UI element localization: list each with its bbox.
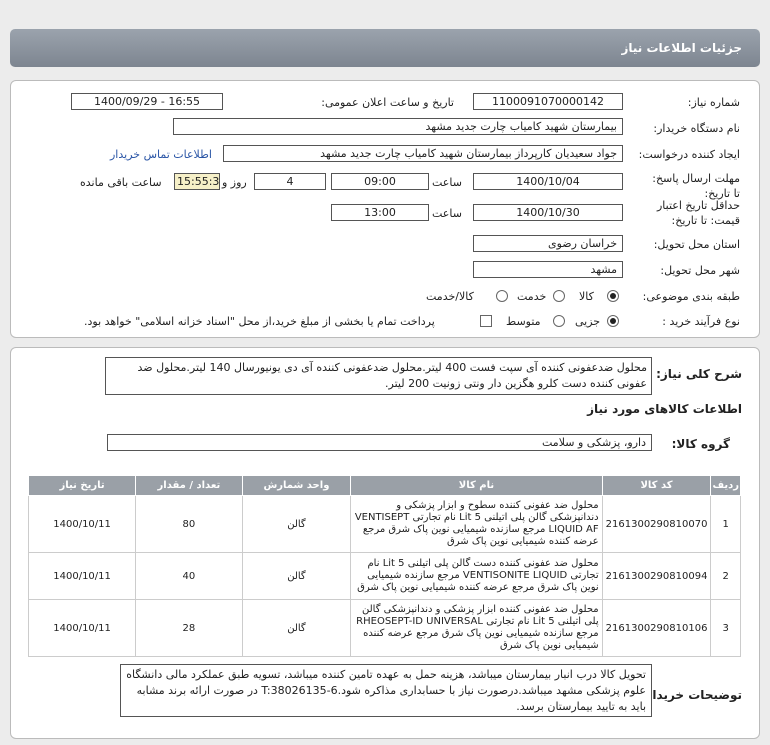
row-unit: گالن: [241, 599, 352, 657]
buyer-label: نام دستگاه خریدار:: [653, 122, 740, 135]
deadline-time-label: ساعت: [432, 176, 462, 189]
remaining-time-field: 15:55:39: [174, 173, 220, 190]
goods-table: ردیف کد کالا نام کالا واحد شمارش تعداد /…: [27, 475, 741, 657]
row-qty: 80: [135, 495, 243, 553]
process-radio-medium[interactable]: [553, 315, 565, 327]
col-date: تاریخ نیاز: [27, 475, 137, 496]
creator-label: ایجاد کننده درخواست:: [638, 148, 740, 161]
row-date: 1400/10/11: [27, 495, 137, 553]
table-header-row: ردیف کد کالا نام کالا واحد شمارش تعداد /…: [27, 475, 741, 496]
validity-time-field[interactable]: 13:00: [331, 204, 429, 221]
category-option-goods: کالا: [579, 290, 594, 303]
need-number-field[interactable]: 1100091070000142: [473, 93, 623, 110]
table-row[interactable]: 2 2161300290810094 محلول ضد عفونی کننده …: [27, 552, 741, 600]
creator-field[interactable]: جواد سعیدیان کارپرداز بیمارستان شهید کام…: [223, 145, 623, 162]
row-name: محلول ضد عفونی کننده دست گالن پلی اتیلنی…: [350, 552, 603, 600]
announce-field[interactable]: 1400/09/29 - 16:55: [71, 93, 223, 110]
category-label: طبقه بندی موضوعی:: [642, 290, 740, 303]
row-code: 2161300290810106: [601, 599, 712, 657]
process-radio-minor[interactable]: [607, 315, 619, 327]
process-label: نوع فرآیند خرید :: [662, 315, 740, 328]
row-code: 2161300290810070: [601, 495, 712, 553]
need-number-label: شماره نیاز:: [687, 96, 740, 109]
category-radio-service[interactable]: [553, 290, 565, 302]
validity-label: حداقل تاریخ اعتبار قیمت: تا تاریخ:: [656, 199, 740, 227]
summary-text: محلول ضدعفونی کننده آی سپت فست 400 لیتر.…: [105, 357, 652, 395]
col-name: نام کالا: [350, 475, 603, 496]
row-qty: 40: [135, 552, 243, 600]
payment-note: پرداخت تمام یا بخشی از مبلغ خرید،از محل …: [84, 315, 435, 328]
process-option-minor: جزیی: [575, 315, 601, 328]
city-label: شهر محل تحویل:: [660, 264, 740, 277]
row-qty: 28: [135, 599, 243, 657]
row-name: محلول ضد عفونی کننده سطوح و ابزار پزشکی …: [350, 495, 603, 553]
col-code: کد کالا: [601, 475, 712, 496]
remaining-label: ساعت باقی مانده: [80, 176, 162, 189]
validity-date-field[interactable]: 1400/10/30: [473, 204, 623, 221]
category-radio-goods[interactable]: [607, 290, 619, 302]
process-option-medium: متوسط: [506, 315, 541, 328]
buyer-contact-link[interactable]: اطلاعات تماس خریدار: [110, 147, 212, 162]
days-label: روز و: [222, 176, 247, 189]
row-date: 1400/10/11: [27, 552, 137, 600]
category-option-both: کالا/خدمت: [426, 290, 474, 303]
buyer-field[interactable]: بیمارستان شهید کامیاب چارت جدید مشهد: [173, 118, 623, 135]
days-field[interactable]: 4: [254, 173, 326, 190]
province-field[interactable]: خراسان رضوی: [473, 235, 623, 252]
col-index: ردیف: [710, 475, 741, 496]
table-row[interactable]: 1 2161300290810070 محلول ضد عفونی کننده …: [27, 495, 741, 553]
goods-group-label: گروه کالا:: [671, 437, 730, 451]
page-header: جزئیات اطلاعات نیاز: [10, 29, 760, 67]
row-date: 1400/10/11: [27, 599, 137, 657]
col-unit: واحد شمارش: [241, 475, 352, 496]
deadline-time-field[interactable]: 09:00: [331, 173, 429, 190]
city-field[interactable]: مشهد: [473, 261, 623, 278]
buyer-notes-label: توضیحات خریدار:: [640, 688, 742, 702]
row-index: 1: [710, 495, 741, 553]
col-qty: تعداد / مقدار: [135, 475, 243, 496]
category-option-service: خدمت: [517, 290, 547, 303]
row-name: محلول ضد عفونی کننده ابزار پزشکی و دندان…: [350, 599, 603, 657]
row-code: 2161300290810094: [601, 552, 712, 600]
row-index: 2: [710, 552, 741, 600]
goods-section-title: اطلاعات کالاهای مورد نیاز: [587, 402, 742, 416]
deadline-label: مهلت ارسال پاسخ: تا تاریخ:: [652, 172, 740, 200]
treasury-checkbox[interactable]: [480, 315, 492, 327]
summary-label: شرح کلی نیاز:: [656, 367, 742, 381]
row-unit: گالن: [241, 495, 352, 553]
province-label: استان محل تحویل:: [653, 238, 740, 251]
deadline-date-field[interactable]: 1400/10/04: [473, 173, 623, 190]
buyer-notes-text: تحویل کالا درب انبار بیمارستان میباشد، ه…: [120, 664, 652, 717]
row-unit: گالن: [241, 552, 352, 600]
announce-label: تاریخ و ساعت اعلان عمومی:: [321, 96, 454, 109]
table-row[interactable]: 3 2161300290810106 محلول ضد عفونی کننده …: [27, 599, 741, 657]
row-index: 3: [710, 599, 741, 657]
category-radio-both[interactable]: [496, 290, 508, 302]
goods-group-field[interactable]: دارو، پزشکی و سلامت: [107, 434, 652, 451]
validity-time-label: ساعت: [432, 207, 462, 220]
